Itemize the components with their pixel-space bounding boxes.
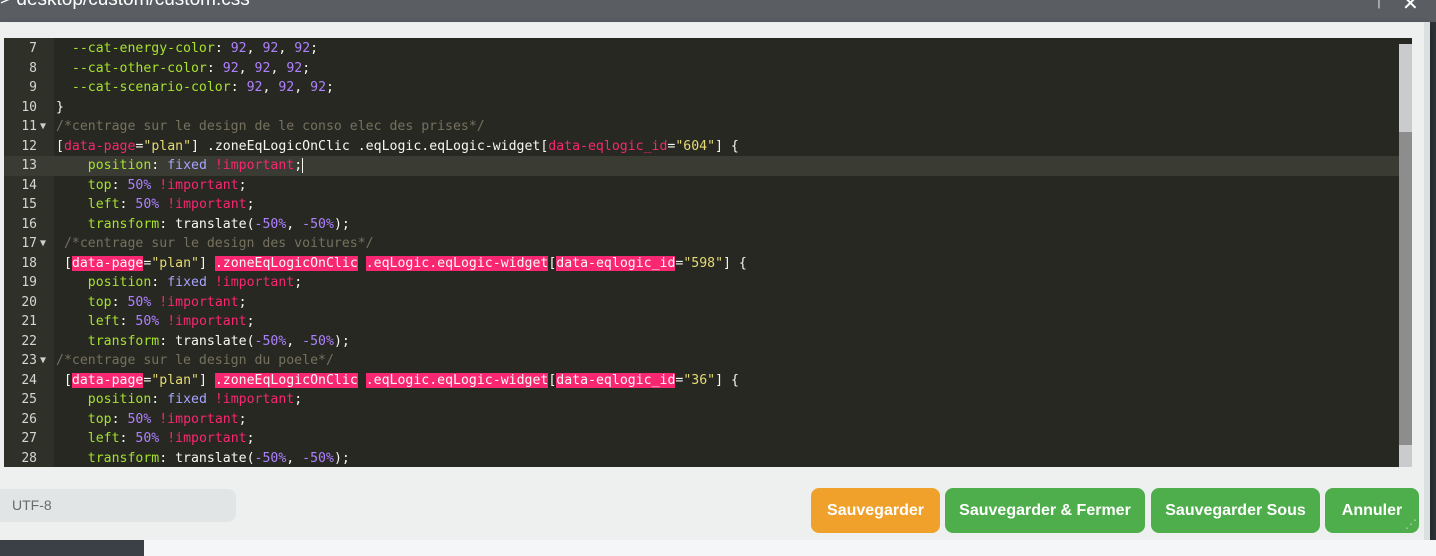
line-number: 13 xyxy=(21,158,37,173)
close-icon[interactable]: ✕ xyxy=(1402,0,1419,16)
code-line[interactable]: 27 left: 50% !important; xyxy=(4,429,1399,449)
line-number: 9 xyxy=(29,80,37,95)
code-text: --cat-energy-color: 92, 92, 92; xyxy=(71,41,319,56)
line-number: 21 xyxy=(21,314,37,329)
code-text: --cat-other-color: 92, 92, 92; xyxy=(71,60,311,76)
background-sidebar xyxy=(0,540,144,556)
line-number: 15 xyxy=(21,197,37,212)
line-number: 25 xyxy=(21,392,37,407)
code-text: /*centrage sur le design des voitures*/ xyxy=(56,236,374,251)
dialog-titlebar: > desktop/custom/custom.css ↑ ✕ xyxy=(0,0,1436,22)
fold-arrow-icon[interactable]: ▼ xyxy=(40,117,46,137)
line-number: 12 xyxy=(21,138,37,154)
code-text: transform: translate(-50%, -50%); xyxy=(87,333,350,349)
code-text: [data-page="plan"] .zoneEqLogicOnClic .e… xyxy=(56,372,739,388)
minimize-icon[interactable]: ↑ xyxy=(1374,0,1384,14)
line-number: 16 xyxy=(21,216,37,232)
code-line[interactable]: 9 --cat-scenario-color: 92, 92, 92; xyxy=(4,78,1399,98)
code-line[interactable]: 22 transform: translate(-50%, -50%); xyxy=(4,332,1399,352)
code-text: position: fixed !important; xyxy=(87,157,304,173)
line-number: 24 xyxy=(21,372,37,388)
line-number: 23 xyxy=(21,353,37,368)
line-number: 28 xyxy=(21,450,37,466)
code-text: } xyxy=(56,99,64,115)
code-text: left: 50% !important; xyxy=(87,314,255,329)
line-number: 19 xyxy=(21,275,37,290)
line-number: 20 xyxy=(21,294,37,310)
line-number: 8 xyxy=(29,60,37,76)
dialog-title: > desktop/custom/custom.css xyxy=(0,0,250,11)
code-line[interactable]: 12 [data-page="plan"] .zoneEqLogicOnClic … xyxy=(4,137,1399,157)
code-line[interactable]: 25 position: fixed !important; xyxy=(4,390,1399,410)
code-text: [data-page="plan"] .zoneEqLogicOnClic .e… xyxy=(56,255,747,271)
code-line[interactable]: 24 [data-page="plan"] .zoneEqLogicOnClic… xyxy=(4,371,1399,391)
line-number: 18 xyxy=(21,255,37,271)
code-line[interactable]: 13 position: fixed !important; xyxy=(4,156,1399,176)
code-text: [data-page="plan"] .zoneEqLogicOnClic .e… xyxy=(56,138,739,154)
code-text: --cat-scenario-color: 92, 92, 92; xyxy=(71,80,334,95)
line-number: 17 xyxy=(21,236,37,251)
code-line[interactable]: 21 left: 50% !important; xyxy=(4,312,1399,332)
code-text: left: 50% !important; xyxy=(87,431,255,446)
code-line[interactable]: 17 ▼ /*centrage sur le design des voiture… xyxy=(4,234,1399,254)
code-line[interactable]: 28 transform: translate(-50%, -50%); xyxy=(4,449,1399,468)
line-number: 11 xyxy=(21,119,37,134)
code-line[interactable]: 7 --cat-energy-color: 92, 92, 92; xyxy=(4,39,1399,59)
code-line[interactable]: 16 transform: translate(-50%, -50%); xyxy=(4,215,1399,235)
code-line[interactable]: 26 top: 50% !important; xyxy=(4,410,1399,430)
code-line[interactable]: 11 ▼ /*centrage sur le design de le conso … xyxy=(4,117,1399,137)
dialog-edge xyxy=(1424,22,1430,540)
encoding-field[interactable]: UTF-8 xyxy=(0,489,236,522)
line-number: 10 xyxy=(21,99,37,115)
code-text: left: 50% !important; xyxy=(87,197,255,212)
line-number: 7 xyxy=(29,41,37,56)
code-line[interactable]: 19 position: fixed !important; xyxy=(4,273,1399,293)
code-text: position: fixed !important; xyxy=(87,275,303,290)
code-line[interactable]: 23 ▼ /*centrage sur le design du poele*/ xyxy=(4,351,1399,371)
background-content xyxy=(144,540,1436,556)
save-close-button[interactable]: Sauvegarder & Fermer xyxy=(945,488,1145,533)
code-text: transform: translate(-50%, -50%); xyxy=(87,216,350,232)
code-editor[interactable]: 7 --cat-energy-color: 92, 92, 92; 8 --cat… xyxy=(4,38,1412,467)
line-number: 14 xyxy=(21,177,37,193)
fold-arrow-icon[interactable]: ▼ xyxy=(40,351,46,371)
code-text: /*centrage sur le design de le conso ele… xyxy=(56,119,485,134)
code-line[interactable]: 8 --cat-other-color: 92, 92, 92; xyxy=(4,59,1399,79)
code-text: position: fixed !important; xyxy=(87,392,303,407)
line-number: 27 xyxy=(21,431,37,446)
code-line[interactable]: 10} xyxy=(4,98,1399,118)
editor-scrollbar-thumb[interactable] xyxy=(1399,132,1412,445)
line-number: 26 xyxy=(21,411,37,427)
save-as-button[interactable]: Sauvegarder Sous xyxy=(1151,488,1320,533)
fold-arrow-icon[interactable]: ▼ xyxy=(40,234,46,254)
save-button[interactable]: Sauvegarder xyxy=(811,488,940,533)
code-text: top: 50% !important; xyxy=(87,411,247,427)
code-text: transform: translate(-50%, -50%); xyxy=(87,450,350,466)
code-line[interactable]: 18 [data-page="plan"] .zoneEqLogicOnClic… xyxy=(4,254,1399,274)
code-text: /*centrage sur le design du poele*/ xyxy=(56,353,334,368)
code-text: top: 50% !important; xyxy=(87,177,247,193)
text-cursor xyxy=(302,157,304,173)
code-text: top: 50% !important; xyxy=(87,294,247,310)
code-line[interactable]: 15 left: 50% !important; xyxy=(4,195,1399,215)
line-number: 22 xyxy=(21,333,37,349)
code-line[interactable]: 20 top: 50% !important; xyxy=(4,293,1399,313)
code-line[interactable]: 14 top: 50% !important; xyxy=(4,176,1399,196)
resize-grip-icon[interactable]: ⋰ xyxy=(1405,517,1421,533)
